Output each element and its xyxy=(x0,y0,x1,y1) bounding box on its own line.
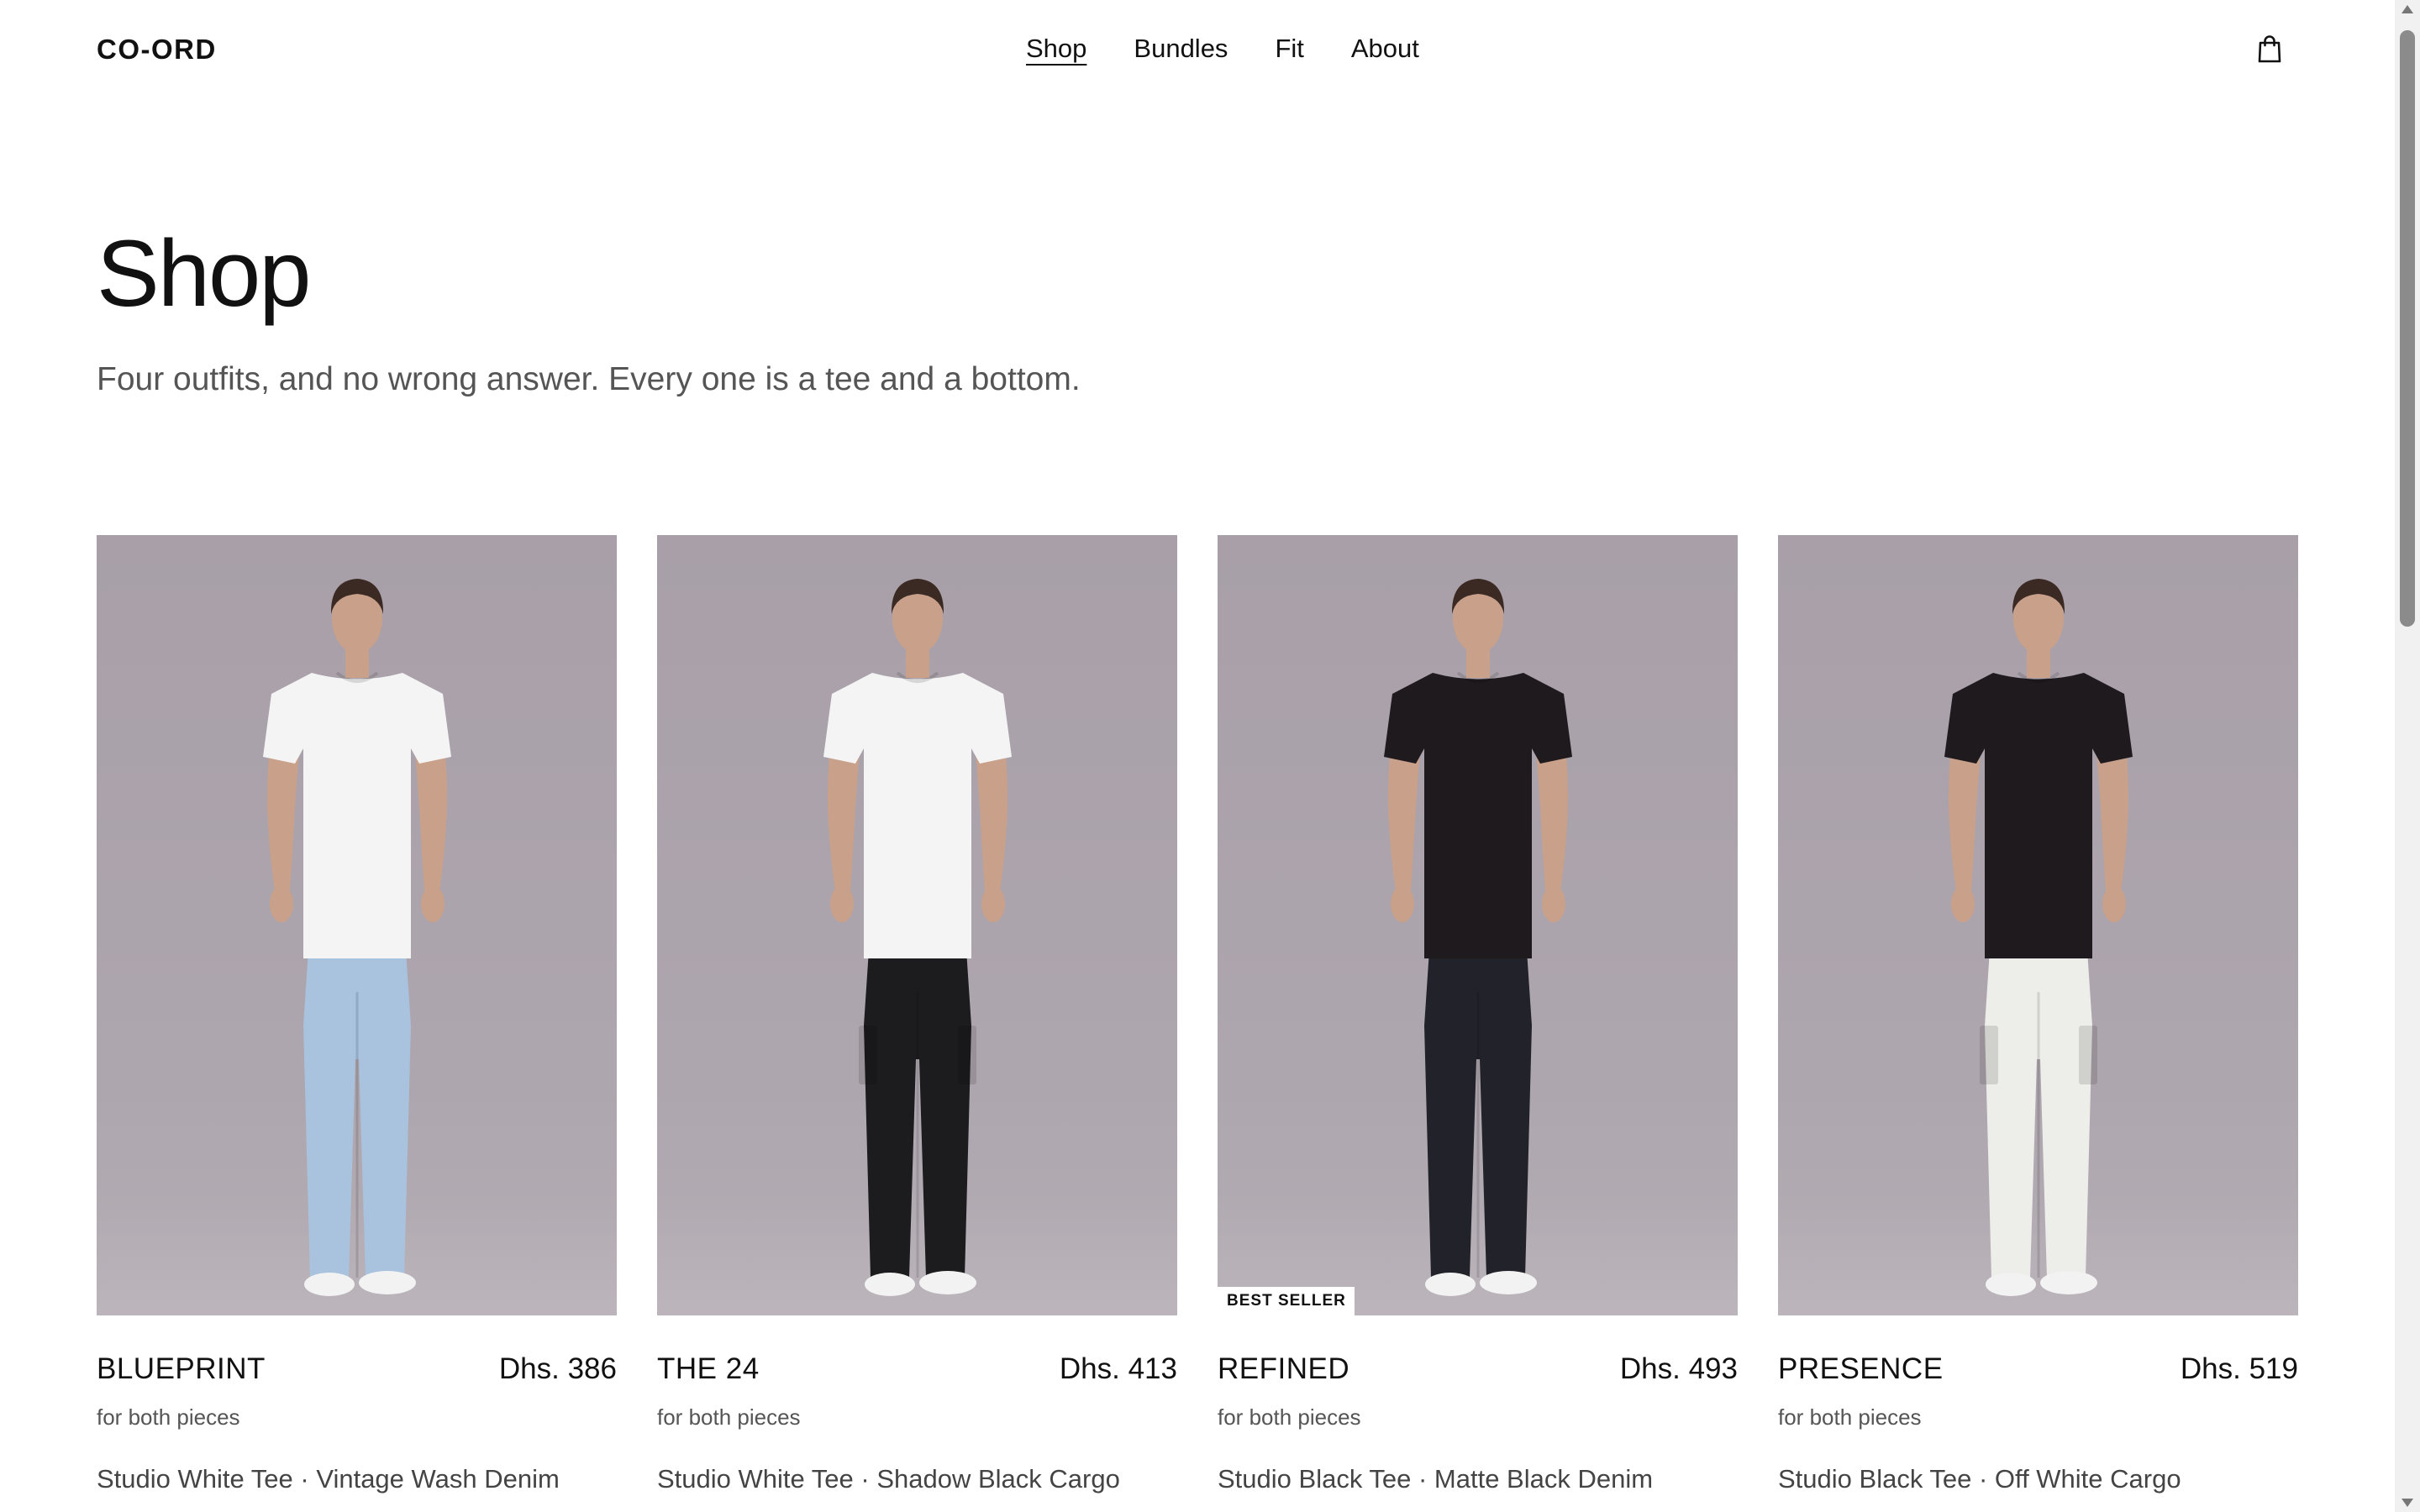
product-name[interactable]: REFINED xyxy=(1218,1352,1349,1386)
product-photo[interactable] xyxy=(657,535,1177,1315)
product-price: Dhs. 413 xyxy=(1059,1352,1177,1385)
site-header: CO-ORD Shop Bundles Fit About xyxy=(0,0,2395,101)
page-subtitle: Four outfits, and no wrong answer. Every… xyxy=(97,361,1081,397)
product-price: Dhs. 519 xyxy=(2180,1352,2298,1385)
price-note: for both pieces xyxy=(1778,1404,1922,1430)
model-figure xyxy=(792,555,1044,1303)
product-name[interactable]: PRESENCE xyxy=(1778,1352,1944,1386)
product-name[interactable]: THE 24 xyxy=(657,1352,760,1386)
price-note: for both pieces xyxy=(97,1404,240,1430)
product-head: BLUEPRINT Dhs. 386 xyxy=(97,1352,617,1386)
nav-bundles[interactable]: Bundles xyxy=(1134,34,1228,64)
product-photo[interactable]: BEST SELLER xyxy=(1218,535,1738,1315)
shopping-bag-icon[interactable] xyxy=(2254,34,2285,64)
price-note: for both pieces xyxy=(657,1404,801,1430)
product-photo[interactable] xyxy=(1778,535,2298,1315)
model-illustration xyxy=(1944,579,2133,1296)
product-items: Studio White Tee · Shadow Black Cargo xyxy=(657,1464,1120,1494)
product-items: Studio Black Tee · Matte Black Denim xyxy=(1218,1464,1654,1494)
product-price: Dhs. 386 xyxy=(498,1352,617,1385)
model-illustration xyxy=(823,579,1012,1296)
nav-shop[interactable]: Shop xyxy=(1026,34,1086,64)
product-card[interactable]: BLUEPRINT Dhs. 386 for both pieces Studi… xyxy=(97,535,617,1494)
vertical-scrollbar[interactable] xyxy=(2395,0,2420,1512)
scroll-thumb[interactable] xyxy=(2400,30,2415,627)
hero-section: Shop Four outfits, and no wrong answer. … xyxy=(97,227,1081,398)
model-illustration xyxy=(1383,579,1572,1296)
site-logo[interactable]: CO-ORD xyxy=(97,34,217,66)
scroll-up-arrow-icon[interactable] xyxy=(2402,5,2413,13)
scroll-down-arrow-icon[interactable] xyxy=(2402,1499,2413,1507)
model-figure xyxy=(1912,555,2165,1303)
product-card[interactable]: PRESENCE Dhs. 519 for both pieces Studio… xyxy=(1778,535,2298,1494)
product-price: Dhs. 493 xyxy=(1619,1352,1738,1385)
nav-fit[interactable]: Fit xyxy=(1275,34,1303,64)
model-figure xyxy=(1352,555,1604,1303)
model-illustration xyxy=(262,579,451,1296)
product-head: PRESENCE Dhs. 519 xyxy=(1778,1352,2298,1386)
main-nav: Shop Bundles Fit About xyxy=(1026,34,1419,64)
price-note: for both pieces xyxy=(1218,1404,1361,1430)
product-card[interactable]: THE 24 Dhs. 413 for both pieces Studio W… xyxy=(657,535,1177,1494)
product-items: Studio White Tee · Vintage Wash Denim xyxy=(97,1464,560,1494)
product-head: THE 24 Dhs. 413 xyxy=(657,1352,1177,1386)
product-photo[interactable] xyxy=(97,535,617,1315)
nav-about[interactable]: About xyxy=(1351,34,1419,64)
product-items: Studio Black Tee · Off White Cargo xyxy=(1778,1464,2181,1494)
product-name[interactable]: BLUEPRINT xyxy=(97,1352,266,1386)
best-seller-badge: BEST SELLER xyxy=(1218,1287,1355,1315)
product-grid: BLUEPRINT Dhs. 386 for both pieces Studi… xyxy=(97,535,2298,1494)
page-title: Shop xyxy=(97,221,312,326)
model-figure xyxy=(231,555,483,1303)
product-head: REFINED Dhs. 493 xyxy=(1218,1352,1738,1386)
product-card[interactable]: BEST SELLER REFINED Dhs. 493 for both pi… xyxy=(1218,535,1738,1494)
